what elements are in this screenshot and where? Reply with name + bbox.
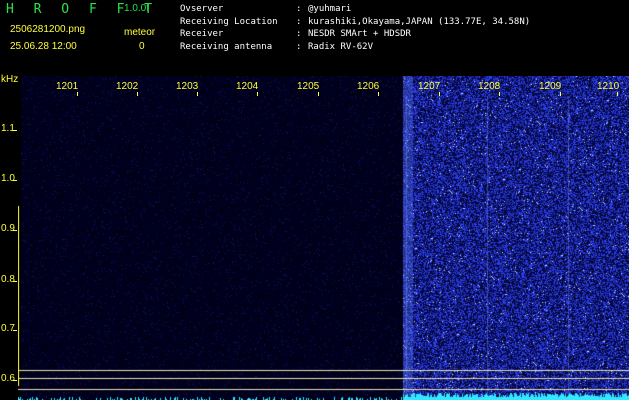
y-label-0-9: 0.9 (1, 223, 15, 234)
info-value: @yuhmari (308, 4, 352, 14)
freq-tick (197, 92, 198, 96)
detection-mode: meteor (124, 27, 156, 38)
y-tick (13, 180, 17, 181)
freq-label-1205: 1205 (297, 81, 320, 92)
freq-label-1210: 1210 (597, 81, 620, 92)
info-label: Ovserver (180, 4, 224, 14)
y-tick (13, 130, 17, 131)
y-label-0-6: 0.6 (1, 373, 15, 384)
detection-count: 0 (139, 41, 145, 52)
freq-label-1209: 1209 (539, 81, 562, 92)
freq-label-1204: 1204 (236, 81, 259, 92)
frequency-unit-label: kHz (1, 74, 19, 85)
info-separator: : (296, 29, 302, 39)
capture-datetime: 25.06.28 12:00 (10, 41, 77, 52)
info-label: Receiver (180, 29, 224, 39)
freq-tick (499, 92, 500, 96)
freq-label-1206: 1206 (357, 81, 380, 92)
freq-label-1208: 1208 (478, 81, 501, 92)
y-label-1-0: 1.0 (1, 173, 15, 184)
freq-label-1207: 1207 (418, 81, 441, 92)
freq-tick (439, 92, 440, 96)
y-tick (13, 230, 17, 231)
y-tick (13, 380, 17, 381)
image-filename: 2506281200.png (10, 24, 86, 35)
freq-label-1201: 1201 (56, 81, 79, 92)
y-label-0-8: 0.8 (1, 274, 15, 285)
freq-label-1202: 1202 (116, 81, 139, 92)
freq-tick (318, 92, 319, 96)
info-separator: : (296, 16, 302, 27)
freq-tick (137, 92, 138, 96)
info-separator: : (296, 41, 302, 52)
freq-tick (378, 92, 379, 96)
freq-tick (617, 92, 618, 96)
info-value: Radix RV-62V (308, 41, 374, 52)
freq-tick (560, 92, 561, 96)
y-label-0-7: 0.7 (1, 323, 15, 334)
y-label-1-1: 1.1 (1, 123, 15, 134)
info-separator: : (296, 4, 302, 14)
y-tick (13, 281, 17, 282)
freq-label-1203: 1203 (176, 81, 199, 92)
info-value: NESDR SMArt + HDSDR (308, 29, 411, 39)
freq-tick (77, 92, 78, 96)
info-value: kurashiki,Okayama,JAPAN (133.77E, 34.58N… (308, 16, 531, 27)
app-version: 1.0.0f (124, 3, 150, 14)
spectrogram-canvas[interactable] (18, 76, 629, 400)
info-label: Receiving antenna (180, 41, 273, 52)
y-tick (13, 330, 17, 331)
freq-tick (257, 92, 258, 96)
info-label: Receiving Location (180, 16, 278, 27)
